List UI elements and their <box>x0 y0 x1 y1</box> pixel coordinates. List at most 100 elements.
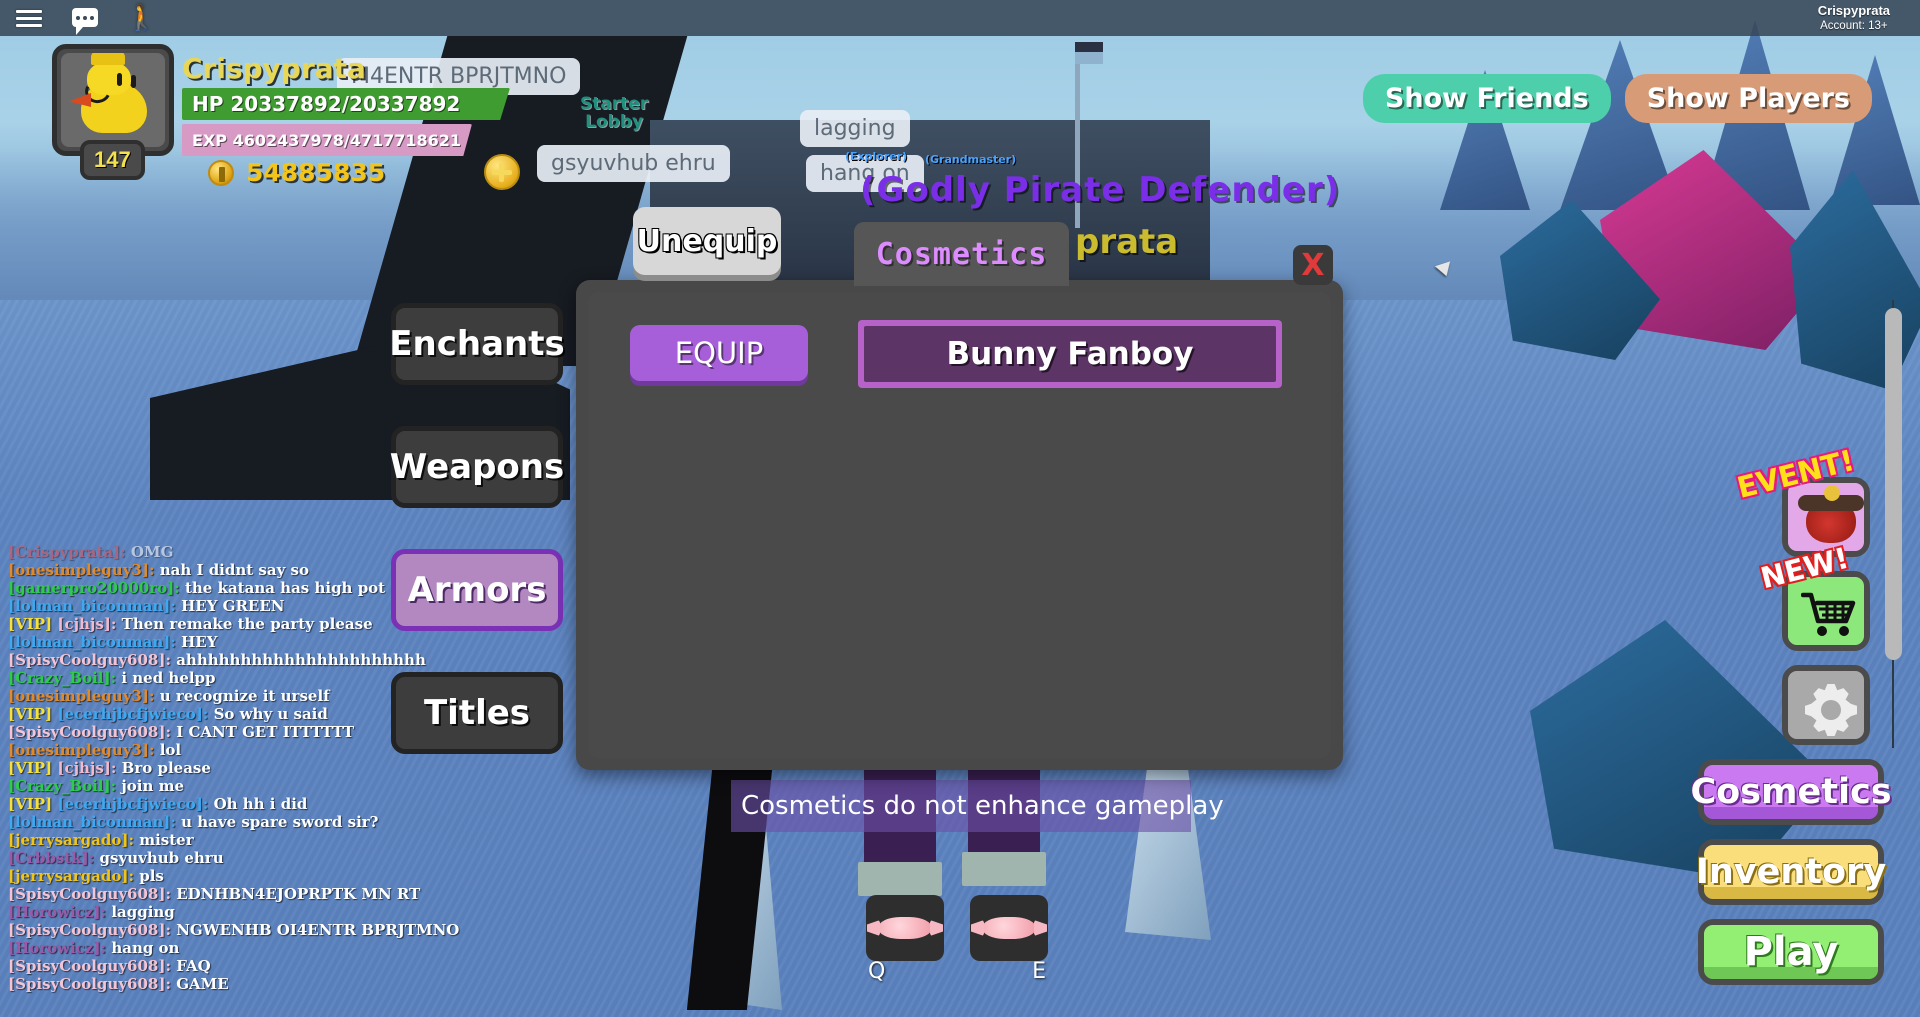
chat-text: HEY GREEN <box>181 597 285 615</box>
chat-text: gsyuvhub ehru <box>99 849 224 867</box>
play-button[interactable]: Play <box>1698 919 1884 985</box>
chat-username: [SpisyCoolguy608]: <box>8 723 177 741</box>
player-name: Crispyprata <box>182 52 366 85</box>
chat-message: [Horowicz]: hang on <box>8 939 388 957</box>
chat-username: [onesimpleguy3]: <box>8 561 160 579</box>
chat-username: [gamerpro20000ro]: <box>8 579 185 597</box>
chat-message: [SpisyCoolguy608]: GAME <box>8 975 388 993</box>
chat-text: Then remake the party please <box>121 615 373 633</box>
chat-username: [Crbbstk]: <box>8 849 100 867</box>
chat-username: [cjhjs]: <box>57 759 122 777</box>
cosmetics-button[interactable]: Cosmetics <box>1690 759 1892 825</box>
chat-text: pls <box>139 867 164 885</box>
candy-icon <box>982 917 1036 939</box>
chat-message: [jerrysargado]: mister <box>8 831 388 849</box>
shop-button[interactable]: NEW! <box>1757 541 1870 651</box>
chat-message: [SpisyCoolguy608]: FAQ <box>8 957 388 975</box>
chat-username: [lolman_biconman]: <box>8 597 182 615</box>
inventory-button[interactable]: Inventory <box>1696 839 1886 905</box>
chat-username: [ecerhjbcfjwieco]: <box>57 795 214 813</box>
chat-message: [Crbbstk]: gsyuvhub ehru <box>8 849 388 867</box>
hotbar-key-e: E <box>1032 959 1046 984</box>
chat-text: I CANT GET ITTTTTT <box>176 723 355 741</box>
play-button-label: Play <box>1743 929 1839 975</box>
chat-username: [lolman_biconman]: <box>8 633 182 651</box>
starter-lobby-label: Starter Lobby <box>580 94 649 132</box>
tab-titles[interactable]: Titles <box>391 672 563 754</box>
modal-title: Cosmetics <box>875 236 1048 272</box>
chat-username: [ecerhjbcfjwieco]: <box>57 705 214 723</box>
world-chat-bubble-2: lagging <box>800 110 910 147</box>
level-badge: 147 <box>80 140 145 180</box>
chat-message: [Crispyprata]: OMG <box>8 543 388 561</box>
flag <box>1075 42 1103 64</box>
chat-text: NGWENHB OI4ENTR BPRJTMNO <box>176 921 460 939</box>
chat-message: [Horowicz]: lagging <box>8 903 388 921</box>
chat-message: [SpisyCoolguy608]: I CANT GET ITTTTTT <box>8 723 388 741</box>
person-emote-icon[interactable]: 🚶 <box>126 5 157 31</box>
settings-button[interactable] <box>1782 665 1870 745</box>
candy-icon <box>878 917 932 939</box>
chat-text: lagging <box>111 903 175 921</box>
chat-username: [SpisyCoolguy608]: <box>8 975 177 993</box>
chat-message: [gamerpro20000ro]: the katana has high p… <box>8 579 388 597</box>
show-players-button[interactable]: Show Players <box>1624 74 1872 123</box>
chat-message: [lolman_biconman]: HEY <box>8 633 388 651</box>
vip-badge: [VIP] <box>8 705 58 723</box>
tab-enchants[interactable]: Enchants <box>389 303 565 385</box>
equip-button[interactable]: EQUIP <box>630 325 808 381</box>
chat-message: [SpisyCoolguy608]: NGWENHB OI4ENTR BPRJT… <box>8 921 459 939</box>
world-chat-bubble-3: gsyuvhub ehru <box>537 145 730 182</box>
chat-message: [SpisyCoolguy608]: EDNHBN4EJOPRPTK MN RT <box>8 885 420 903</box>
chat-icon[interactable] <box>70 5 100 35</box>
chat-message: [onesimpleguy3]: nah I didnt say so <box>8 561 388 579</box>
hotbar-slot-q[interactable]: Q <box>866 895 944 984</box>
close-icon[interactable]: X <box>1293 245 1333 285</box>
chat-text: HEY <box>181 633 218 651</box>
scrollbar-thumb[interactable] <box>1885 308 1902 660</box>
hotbar-slot-e[interactable]: E <box>970 895 1048 984</box>
item-name: Bunny Fanboy <box>946 336 1194 372</box>
chat-username: [onesimpleguy3]: <box>8 741 160 759</box>
unequip-label: Unequip <box>636 223 778 259</box>
chat-username: [Horowicz]: <box>8 939 112 957</box>
chat-message: [SpisyCoolguy608]: ahhhhhhhhhhhhhhhhhhhh… <box>8 651 426 669</box>
chat-username: [SpisyCoolguy608]: <box>8 957 177 975</box>
chat-text: Bro please <box>121 759 211 777</box>
cosmetics-button-label: Cosmetics <box>1690 772 1892 812</box>
tab-armors[interactable]: Armors <box>391 549 563 631</box>
tab-weapons[interactable]: Weapons <box>390 426 564 508</box>
vip-badge: [VIP] <box>8 795 58 813</box>
chat-username: [jerrysargado]: <box>8 831 140 849</box>
cosmetics-disclaimer-text: Cosmetics do not enhance gameplay <box>741 791 1224 821</box>
chat-text: the katana has high pot <box>184 579 386 597</box>
chat-message: [Crazy_Boil]: join me <box>8 777 388 795</box>
chat-text: GAME <box>176 975 229 993</box>
chat-username: [SpisyCoolguy608]: <box>8 885 177 903</box>
chat-username: [Crazy_Boil]: <box>8 669 122 687</box>
chat-text: lol <box>159 741 182 759</box>
character-shoe-left <box>858 862 942 896</box>
shopping-cart-icon <box>1801 592 1856 636</box>
show-friends-button[interactable]: Show Friends <box>1362 74 1611 123</box>
add-coins-button[interactable] <box>484 154 520 190</box>
chat-text: join me <box>121 777 185 795</box>
account-age: Account: 13+ <box>1820 20 1888 33</box>
game-screen: М4ENTR BPRJTMNO lagging gsyuvhub ehru ha… <box>0 0 1920 1017</box>
chat-message: [VIP] [cjhjs]: Bro please <box>8 759 388 777</box>
hotbar-key-q: Q <box>868 959 886 984</box>
chat-message: [VIP] [ecerhjbcfjwieco]: Oh hh i did <box>8 795 388 813</box>
chat-username: [SpisyCoolguy608]: <box>8 921 177 939</box>
hotbar: Q E <box>866 895 1048 984</box>
unequip-button[interactable]: Unequip <box>633 207 781 275</box>
category-tabs: Enchants Weapons Armors Titles <box>389 303 565 795</box>
roblox-topbar: 🚶 Crispyprata Account: 13+ <box>0 0 1920 36</box>
hamburger-icon[interactable] <box>14 5 44 31</box>
list-item[interactable]: Bunny Fanboy <box>858 320 1282 388</box>
chat-username: [Crispyprata]: <box>8 543 131 561</box>
coin-counter: 54885835 <box>208 158 385 187</box>
cosmetics-disclaimer-banner: Cosmetics do not enhance gameplay <box>731 780 1224 832</box>
chat-text: So why u said <box>213 705 328 723</box>
coin-amount: 54885835 <box>246 158 386 187</box>
coin-icon <box>208 159 234 186</box>
